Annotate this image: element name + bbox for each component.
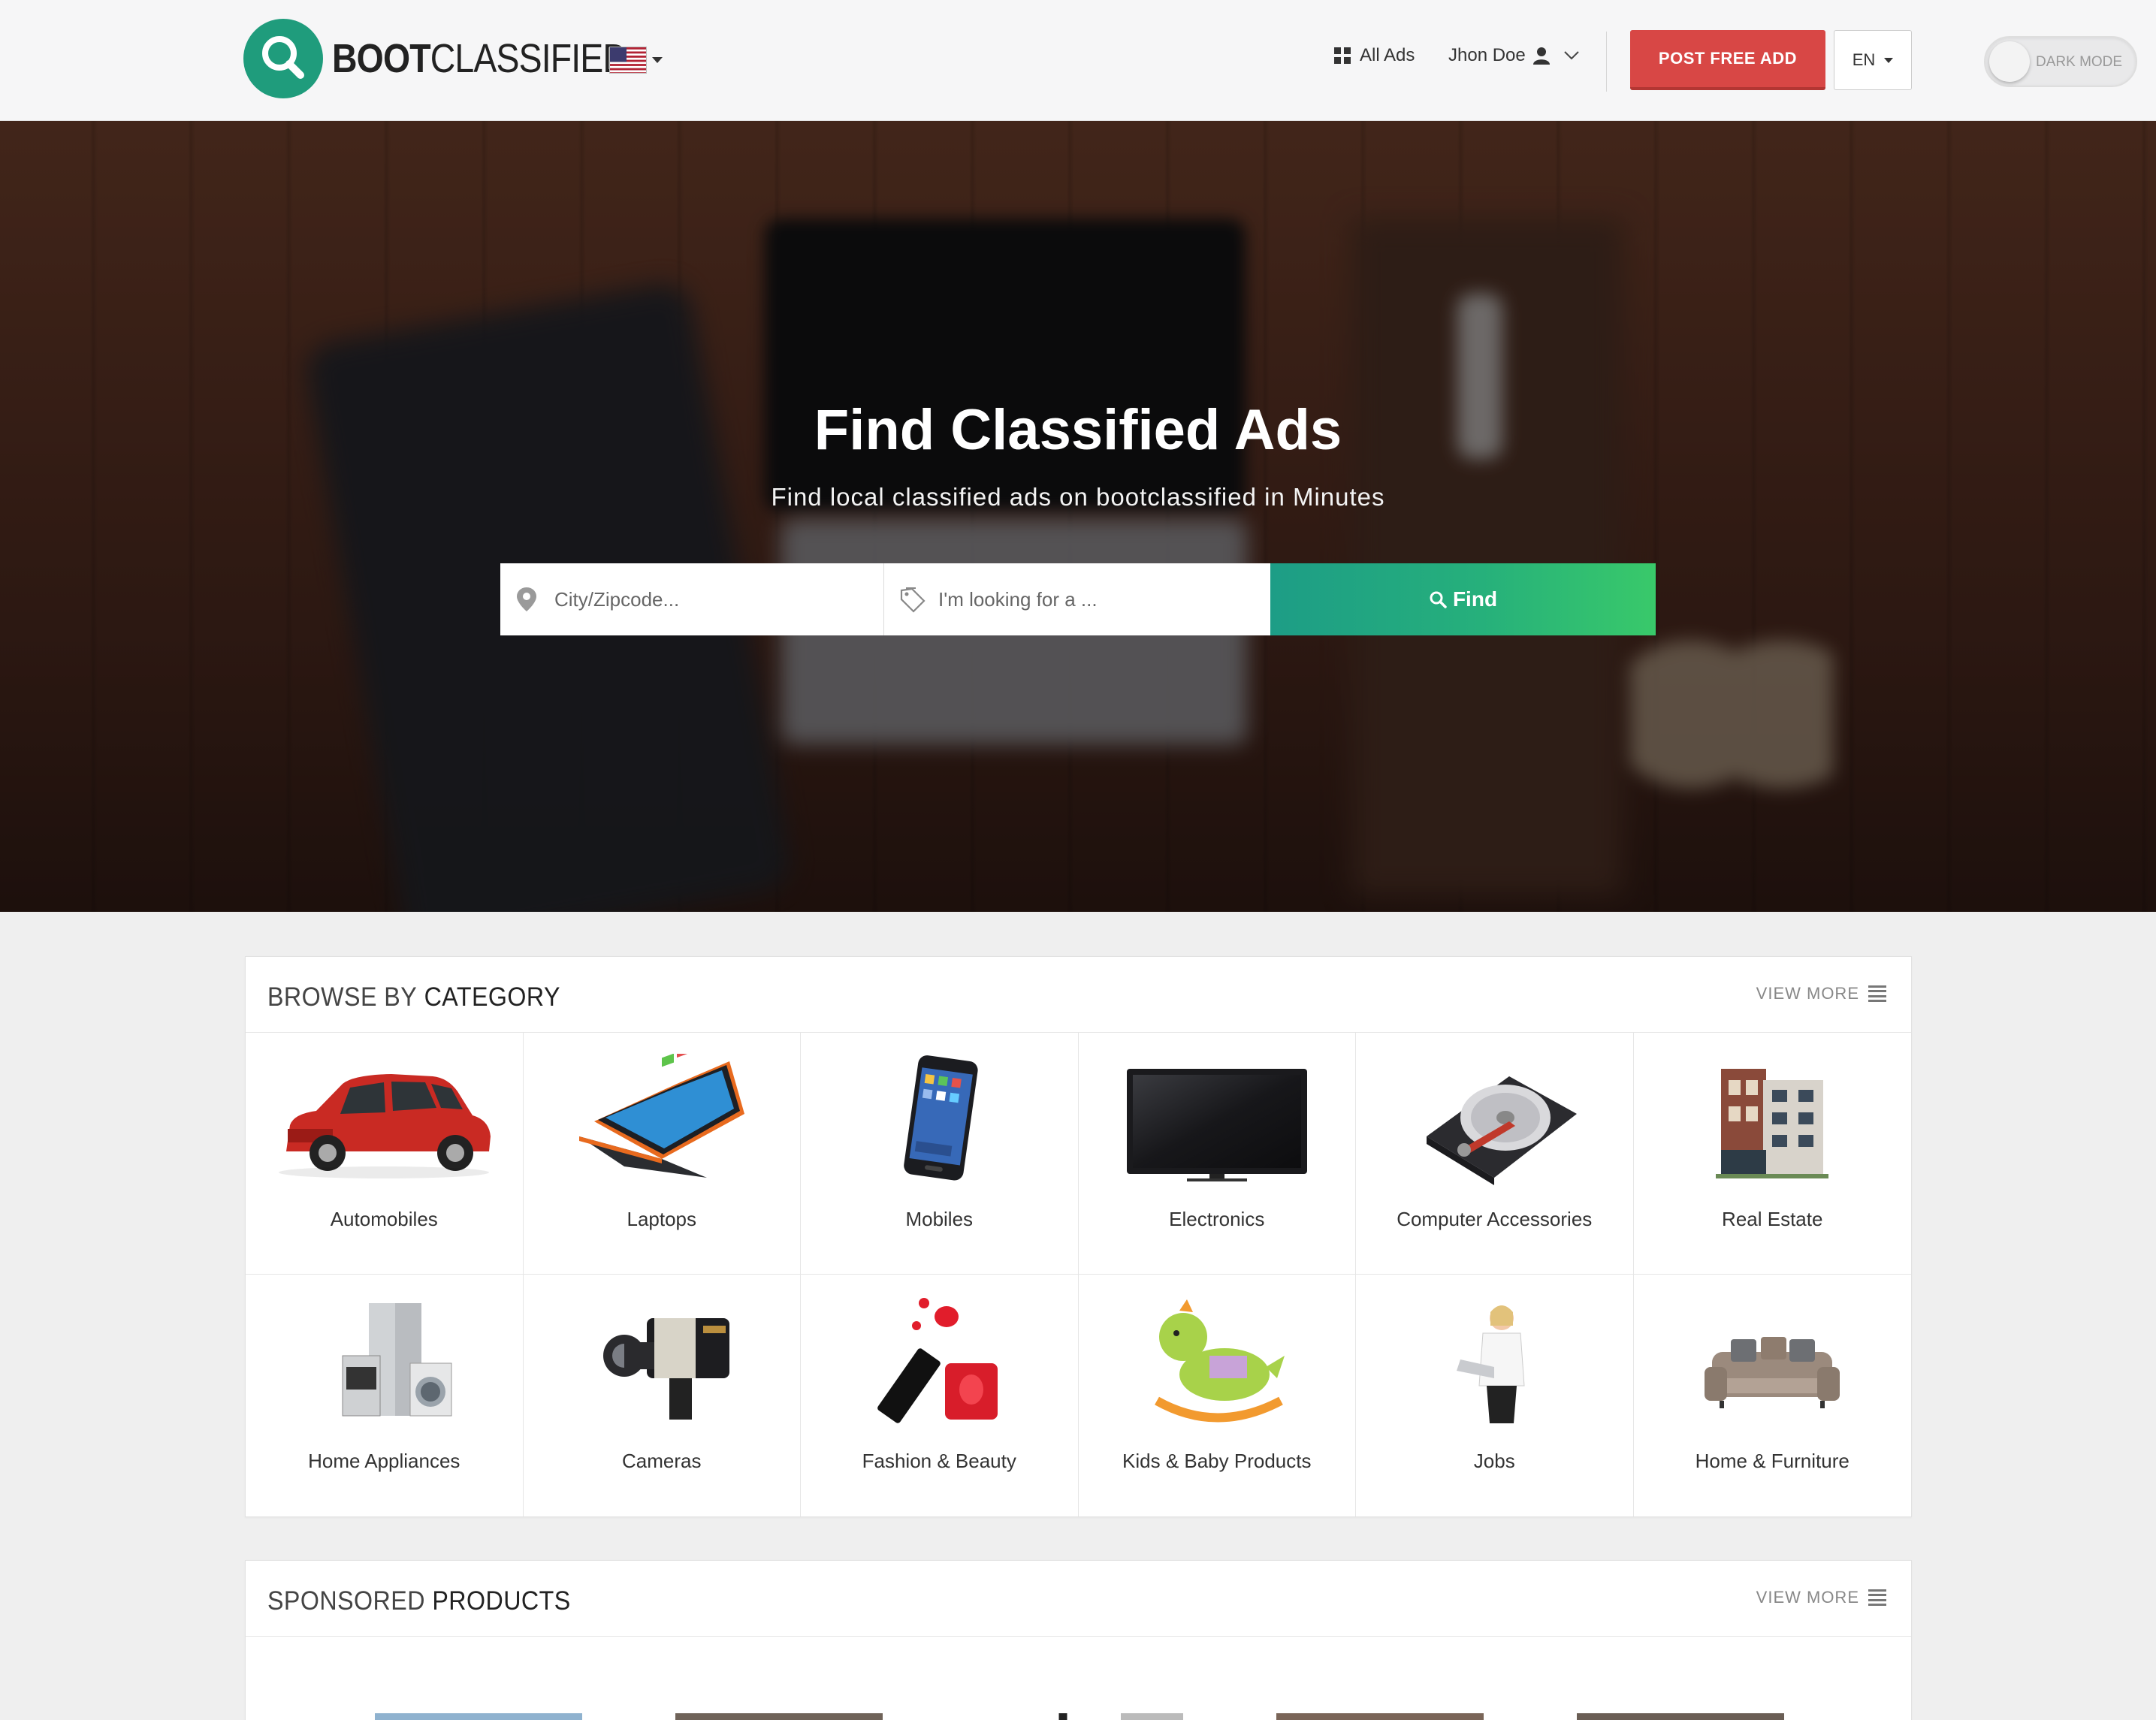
toggle-knob — [1989, 41, 2030, 82]
camera-image — [549, 1296, 775, 1427]
all-ads-label: All Ads — [1360, 45, 1415, 65]
view-more-categories-link[interactable]: VIEW MORE — [1756, 984, 1886, 1003]
hero-banner: Find Classified Ads Find local classifie… — [0, 121, 2156, 912]
find-label: Find — [1452, 587, 1498, 611]
country-dropdown[interactable] — [609, 47, 663, 74]
category-label: Mobiles — [905, 1208, 974, 1230]
category-panel-header: BROWSE BY CATEGORY VIEW MORE — [246, 957, 1911, 1033]
category-label: Laptops — [627, 1208, 697, 1230]
category-label: Jobs — [1473, 1450, 1515, 1472]
category-panel: BROWSE BY CATEGORY VIEW MORE Automobiles… — [245, 956, 1912, 1517]
category-home-appliances[interactable]: Home Appliances — [246, 1275, 524, 1516]
view-more-sponsored-link[interactable]: VIEW MORE — [1756, 1588, 1886, 1607]
laptop-image — [549, 1054, 775, 1185]
category-label: Home & Furniture — [1695, 1450, 1850, 1472]
list-icon — [1868, 985, 1886, 1002]
category-label: Computer Accessories — [1397, 1208, 1593, 1230]
category-label: Fashion & Beauty — [862, 1450, 1016, 1472]
chevron-down-icon — [1564, 51, 1579, 60]
product-thumbnail[interactable] — [1276, 1713, 1484, 1720]
category-electronics[interactable]: Electronics — [1078, 1033, 1356, 1275]
language-label: EN — [1852, 50, 1876, 69]
magnifier-logo-icon — [243, 19, 323, 98]
hard-drive-image — [1381, 1054, 1607, 1185]
product-thumbnail[interactable] — [675, 1713, 883, 1720]
nail-polish-image — [826, 1296, 1052, 1427]
all-ads-link[interactable]: All Ads — [1334, 45, 1415, 66]
sponsored-panel: SPONSORED PRODUCTS VIEW MORE — [245, 1560, 1912, 1720]
search-icon — [1430, 591, 1447, 608]
category-label: Home Appliances — [308, 1450, 460, 1472]
category-home-furniture[interactable]: Home & Furniture — [1634, 1275, 1912, 1516]
tv-image — [1104, 1054, 1330, 1185]
map-marker-icon — [517, 587, 536, 611]
dark-mode-toggle[interactable]: DARK MODE — [1984, 36, 2137, 87]
category-laptops[interactable]: Laptops — [523, 1033, 801, 1275]
businesswoman-image — [1381, 1296, 1607, 1427]
product-thumbnail[interactable] — [976, 1713, 1183, 1720]
category-real-estate[interactable]: Real Estate — [1633, 1033, 1911, 1275]
nav-divider — [1606, 32, 1607, 92]
category-label: Automobiles — [330, 1208, 438, 1230]
dark-mode-label: DARK MODE — [2036, 54, 2123, 70]
chevron-down-icon — [1884, 57, 1894, 63]
category-computer-accessories[interactable]: Computer Accessories — [1356, 1033, 1634, 1275]
product-thumbnail[interactable] — [1577, 1713, 1784, 1720]
building-image — [1659, 1054, 1885, 1185]
sofa-image — [1659, 1296, 1885, 1427]
rocking-toy-image — [1104, 1296, 1330, 1427]
category-grid: Automobiles Laptops Mobiles Electronics … — [246, 1033, 1911, 1516]
appliances-image — [271, 1296, 497, 1427]
category-fashion-beauty[interactable]: Fashion & Beauty — [801, 1275, 1079, 1516]
hero-subtitle: Find local classified ads on bootclassif… — [771, 483, 1385, 511]
category-kids-baby[interactable]: Kids & Baby Products — [1079, 1275, 1356, 1516]
chevron-down-icon — [652, 57, 663, 63]
hero-title: Find Classified Ads — [814, 398, 1342, 462]
grid-icon — [1334, 47, 1351, 64]
smartphone-image — [826, 1054, 1052, 1185]
category-jobs[interactable]: Jobs — [1356, 1275, 1634, 1516]
user-name: Jhon Doe — [1448, 45, 1526, 65]
category-cameras[interactable]: Cameras — [524, 1275, 801, 1516]
us-flag-icon — [609, 47, 647, 74]
category-automobiles[interactable]: Automobiles — [246, 1033, 524, 1275]
sponsored-carousel — [246, 1637, 1911, 1720]
query-field — [884, 563, 1270, 635]
car-image — [271, 1054, 497, 1185]
sponsored-panel-header: SPONSORED PRODUCTS VIEW MORE — [246, 1561, 1911, 1637]
search-bar: Find — [500, 563, 1656, 635]
city-field — [500, 563, 884, 635]
list-icon — [1868, 1589, 1886, 1606]
top-header: BOOTCLASSIFIED All Ads Jhon Doe POST FRE… — [0, 0, 2156, 121]
city-zipcode-input[interactable] — [500, 563, 883, 635]
category-label: Real Estate — [1722, 1208, 1823, 1230]
tag-icon — [900, 587, 926, 613]
product-thumbnail[interactable] — [375, 1713, 582, 1720]
post-free-ad-button[interactable]: POST FREE ADD — [1630, 30, 1825, 90]
search-query-input[interactable] — [884, 563, 1270, 635]
user-menu[interactable]: Jhon Doe — [1448, 45, 1580, 66]
sponsored-panel-title: SPONSORED PRODUCTS — [267, 1586, 571, 1616]
find-button[interactable]: Find — [1270, 563, 1656, 635]
logo-wordmark: BOOTCLASSIFIED — [332, 36, 628, 81]
language-dropdown[interactable]: EN — [1834, 30, 1912, 90]
category-panel-title: BROWSE BY CATEGORY — [267, 982, 560, 1012]
category-label: Kids & Baby Products — [1122, 1450, 1312, 1472]
category-label: Electronics — [1169, 1208, 1265, 1230]
category-mobiles[interactable]: Mobiles — [801, 1033, 1079, 1275]
user-icon — [1532, 47, 1550, 65]
category-label: Cameras — [622, 1450, 702, 1472]
